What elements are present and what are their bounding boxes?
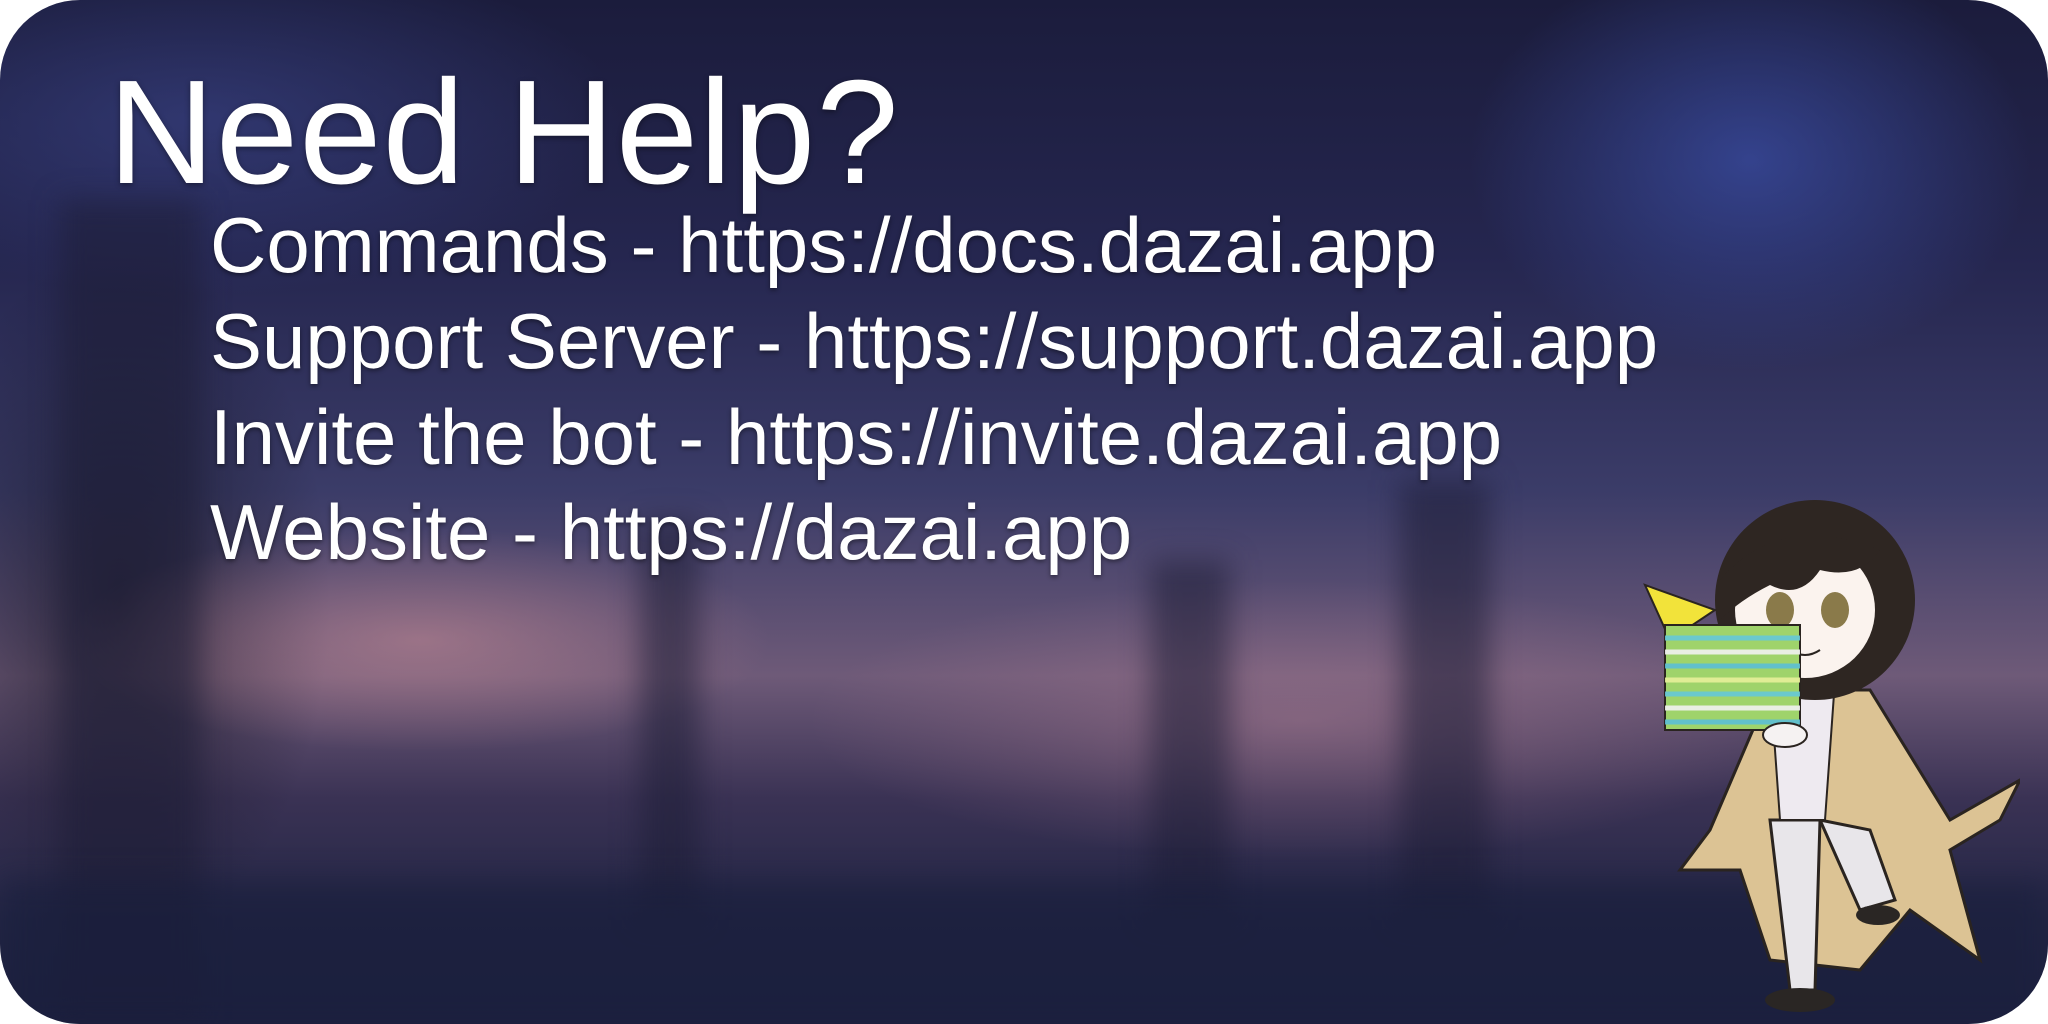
link-commands[interactable]: Commands - https://docs.dazai.app <box>210 200 1437 291</box>
background-building <box>640 520 700 920</box>
link-url[interactable]: https://docs.dazai.app <box>678 201 1437 289</box>
help-banner: Need Help? Commands - https://docs.dazai… <box>0 0 2048 1024</box>
link-label: Website <box>210 488 491 576</box>
link-label: Invite the bot <box>210 393 657 481</box>
background-building <box>1150 560 1230 920</box>
background-building <box>1400 480 1490 920</box>
chibi-character-illustration <box>1643 500 2020 1012</box>
separator: - <box>490 488 560 576</box>
page-title: Need Help? <box>108 50 900 215</box>
link-invite[interactable]: Invite the bot - https://invite.dazai.ap… <box>210 392 1502 483</box>
link-label: Support Server <box>210 297 735 385</box>
link-support-server[interactable]: Support Server - https://support.dazai.a… <box>210 296 1658 387</box>
link-url[interactable]: https://support.dazai.app <box>804 297 1658 385</box>
separator: - <box>608 201 679 289</box>
link-label: Commands <box>210 201 609 289</box>
separator: - <box>734 297 804 385</box>
separator: - <box>656 393 726 481</box>
link-url[interactable]: https://invite.dazai.app <box>726 393 1502 481</box>
link-url[interactable]: https://dazai.app <box>560 488 1132 576</box>
link-website[interactable]: Website - https://dazai.app <box>210 487 1132 578</box>
